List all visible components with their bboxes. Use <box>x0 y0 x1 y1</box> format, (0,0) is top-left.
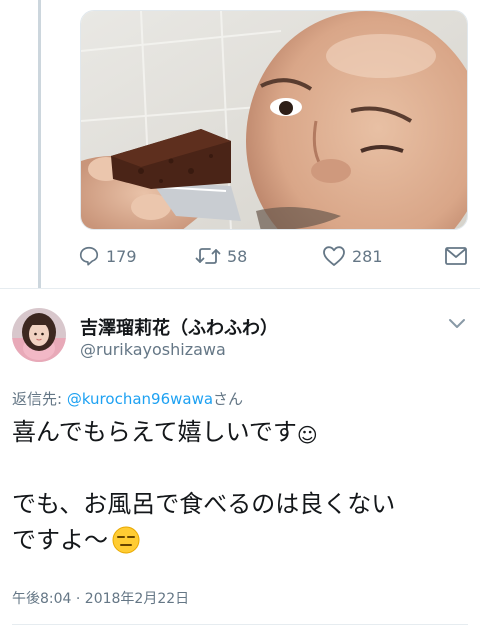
direct-message-button[interactable] <box>444 242 468 270</box>
reply-prefix: 返信先: <box>12 390 67 408</box>
tweet-divider <box>0 288 480 289</box>
tweet-text-line-3: ですよ〜 <box>12 522 468 558</box>
retweet-count: 58 <box>227 246 248 266</box>
photo-image <box>81 11 467 229</box>
like-count: 281 <box>352 246 383 266</box>
mail-icon <box>445 247 467 265</box>
reply-icon <box>79 246 99 266</box>
more-options-button[interactable] <box>446 316 468 332</box>
display-name[interactable]: 吉澤瑠莉花（ふわふわ） <box>80 314 278 340</box>
tweet-text: 喜んでもらえて嬉しいです☺ でも、お風呂で食べるのは良くない ですよ〜 <box>12 414 468 558</box>
chevron-down-icon <box>449 319 465 328</box>
thread-connector-line <box>38 0 41 288</box>
tweet-photo[interactable] <box>80 10 468 230</box>
text-blank-line <box>12 450 468 486</box>
like-button[interactable]: 281 <box>322 242 383 270</box>
retweet-button[interactable]: 58 <box>195 242 247 270</box>
reply-suffix: さん <box>213 390 244 408</box>
avatar-image <box>12 308 66 362</box>
tweet-action-bar: 179 58 281 <box>78 242 470 270</box>
reply-mention-link[interactable]: @kurochan96wawa <box>67 390 213 408</box>
bottom-divider <box>12 624 468 625</box>
tweet-text-segment: 喜んでもらえて嬉しいです <box>12 418 297 446</box>
tweet-text-segment: ですよ〜 <box>12 526 108 554</box>
retweet-icon <box>195 248 221 264</box>
expressionless-face-emoji <box>112 526 140 564</box>
avatar[interactable] <box>12 308 66 362</box>
tweet-text-line-1: 喜んでもらえて嬉しいです☺ <box>12 414 468 450</box>
reply-button[interactable]: 179 <box>78 242 137 270</box>
tweet-text-line-2: でも、お風呂で食べるのは良くない <box>12 490 396 518</box>
smiling-face-emoji: ☺ <box>296 423 318 447</box>
reply-count: 179 <box>106 246 137 266</box>
heart-icon <box>323 246 345 266</box>
user-handle[interactable]: @rurikayoshizawa <box>80 340 226 359</box>
reply-context: 返信先: @kurochan96wawaさん <box>12 388 243 409</box>
tweet-timestamp[interactable]: 午後8:04 · 2018年2月22日 <box>12 588 189 608</box>
